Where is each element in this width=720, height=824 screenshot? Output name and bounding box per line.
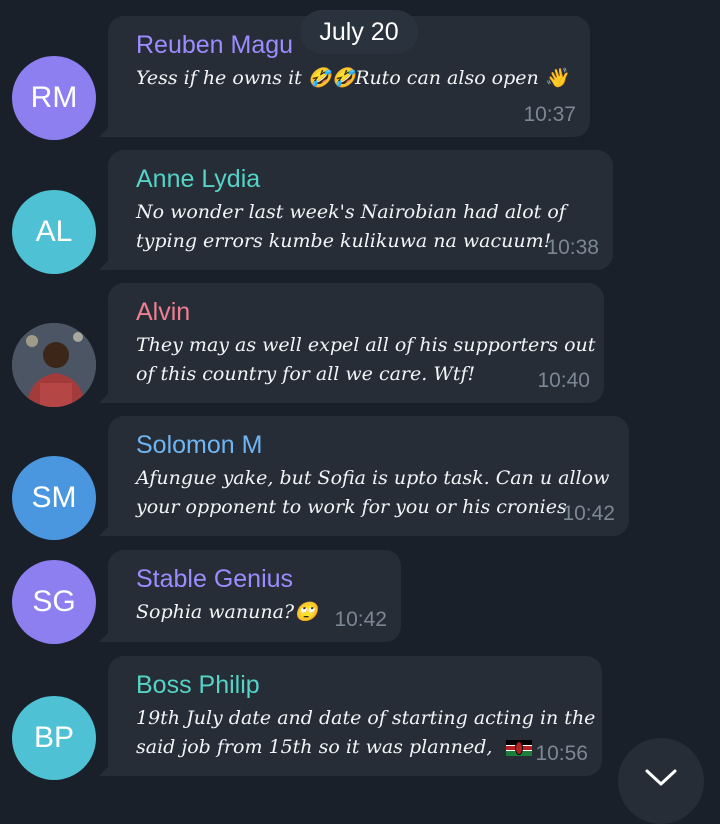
avatar-rm[interactable]: RM xyxy=(12,56,96,140)
message-bubble[interactable]: Alvin They may as well expel all of his … xyxy=(99,283,604,403)
message-text-line: They may as well expel all of his suppor… xyxy=(136,334,596,356)
sender-name[interactable]: Boss Philip xyxy=(136,669,584,701)
message-time: 10:56 xyxy=(535,742,588,765)
scroll-down-button[interactable] xyxy=(618,738,704,824)
message-time: 10:38 xyxy=(546,236,599,259)
sender-name[interactable]: Alvin xyxy=(136,296,586,328)
message-text-line: No wonder last week's Nairobian had alot… xyxy=(136,201,566,223)
message-time: 10:40 xyxy=(537,369,590,392)
message-text-line: of this country for all we care. Wtf! xyxy=(136,363,476,385)
bubble-tail xyxy=(99,630,111,642)
message-bubble[interactable]: Solomon M Afungue yake, but Sofia is upt… xyxy=(99,416,629,536)
sender-name[interactable]: Solomon M xyxy=(136,429,611,461)
user-photo-icon xyxy=(12,323,96,407)
message-text-line: your opponent to work for you or his cro… xyxy=(136,496,567,518)
bubble-tail xyxy=(99,258,111,270)
avatar-alvin-photo[interactable] xyxy=(12,323,96,407)
message-bubble[interactable]: Stable Genius Sophia wanuna?🙄 10:42 xyxy=(99,550,401,642)
message-text-fragment: said job from 15th so it was planned, xyxy=(136,736,499,758)
kenya-flag-icon xyxy=(506,740,533,756)
avatar-al[interactable]: AL xyxy=(12,190,96,274)
message-text-line: said job from 15th so it was planned, xyxy=(136,733,584,762)
date-header: July 20 xyxy=(300,10,418,54)
message-text-line: typing errors kumbe kulikuwa na wacuum! xyxy=(136,230,552,252)
sender-name[interactable]: Anne Lydia xyxy=(136,163,595,195)
message-bubble[interactable]: Boss Philip 19th July date and date of s… xyxy=(99,656,602,776)
bubble-tail xyxy=(99,764,111,776)
message-text-line: Afungue yake, but Sofia is upto task. Ca… xyxy=(136,467,610,489)
avatar-bp[interactable]: BP xyxy=(12,696,96,780)
bubble-tail xyxy=(99,524,111,536)
message-time: 10:42 xyxy=(562,502,615,525)
message-text-line: 19th July date and date of starting acti… xyxy=(136,707,596,729)
chevron-down-icon xyxy=(645,769,677,786)
message-time: 10:37 xyxy=(523,103,576,126)
bubble-tail xyxy=(99,391,111,403)
avatar-sg[interactable]: SG xyxy=(12,560,96,644)
sender-name[interactable]: Stable Genius xyxy=(136,563,383,595)
message-time: 10:42 xyxy=(334,608,387,631)
message-bubble[interactable]: Anne Lydia No wonder last week's Nairobi… xyxy=(99,150,613,270)
avatar-sm[interactable]: SM xyxy=(12,456,96,540)
bubble-tail xyxy=(99,125,111,137)
message-text: Yess if he owns it 🤣🤣Ruto can also open … xyxy=(136,67,569,89)
